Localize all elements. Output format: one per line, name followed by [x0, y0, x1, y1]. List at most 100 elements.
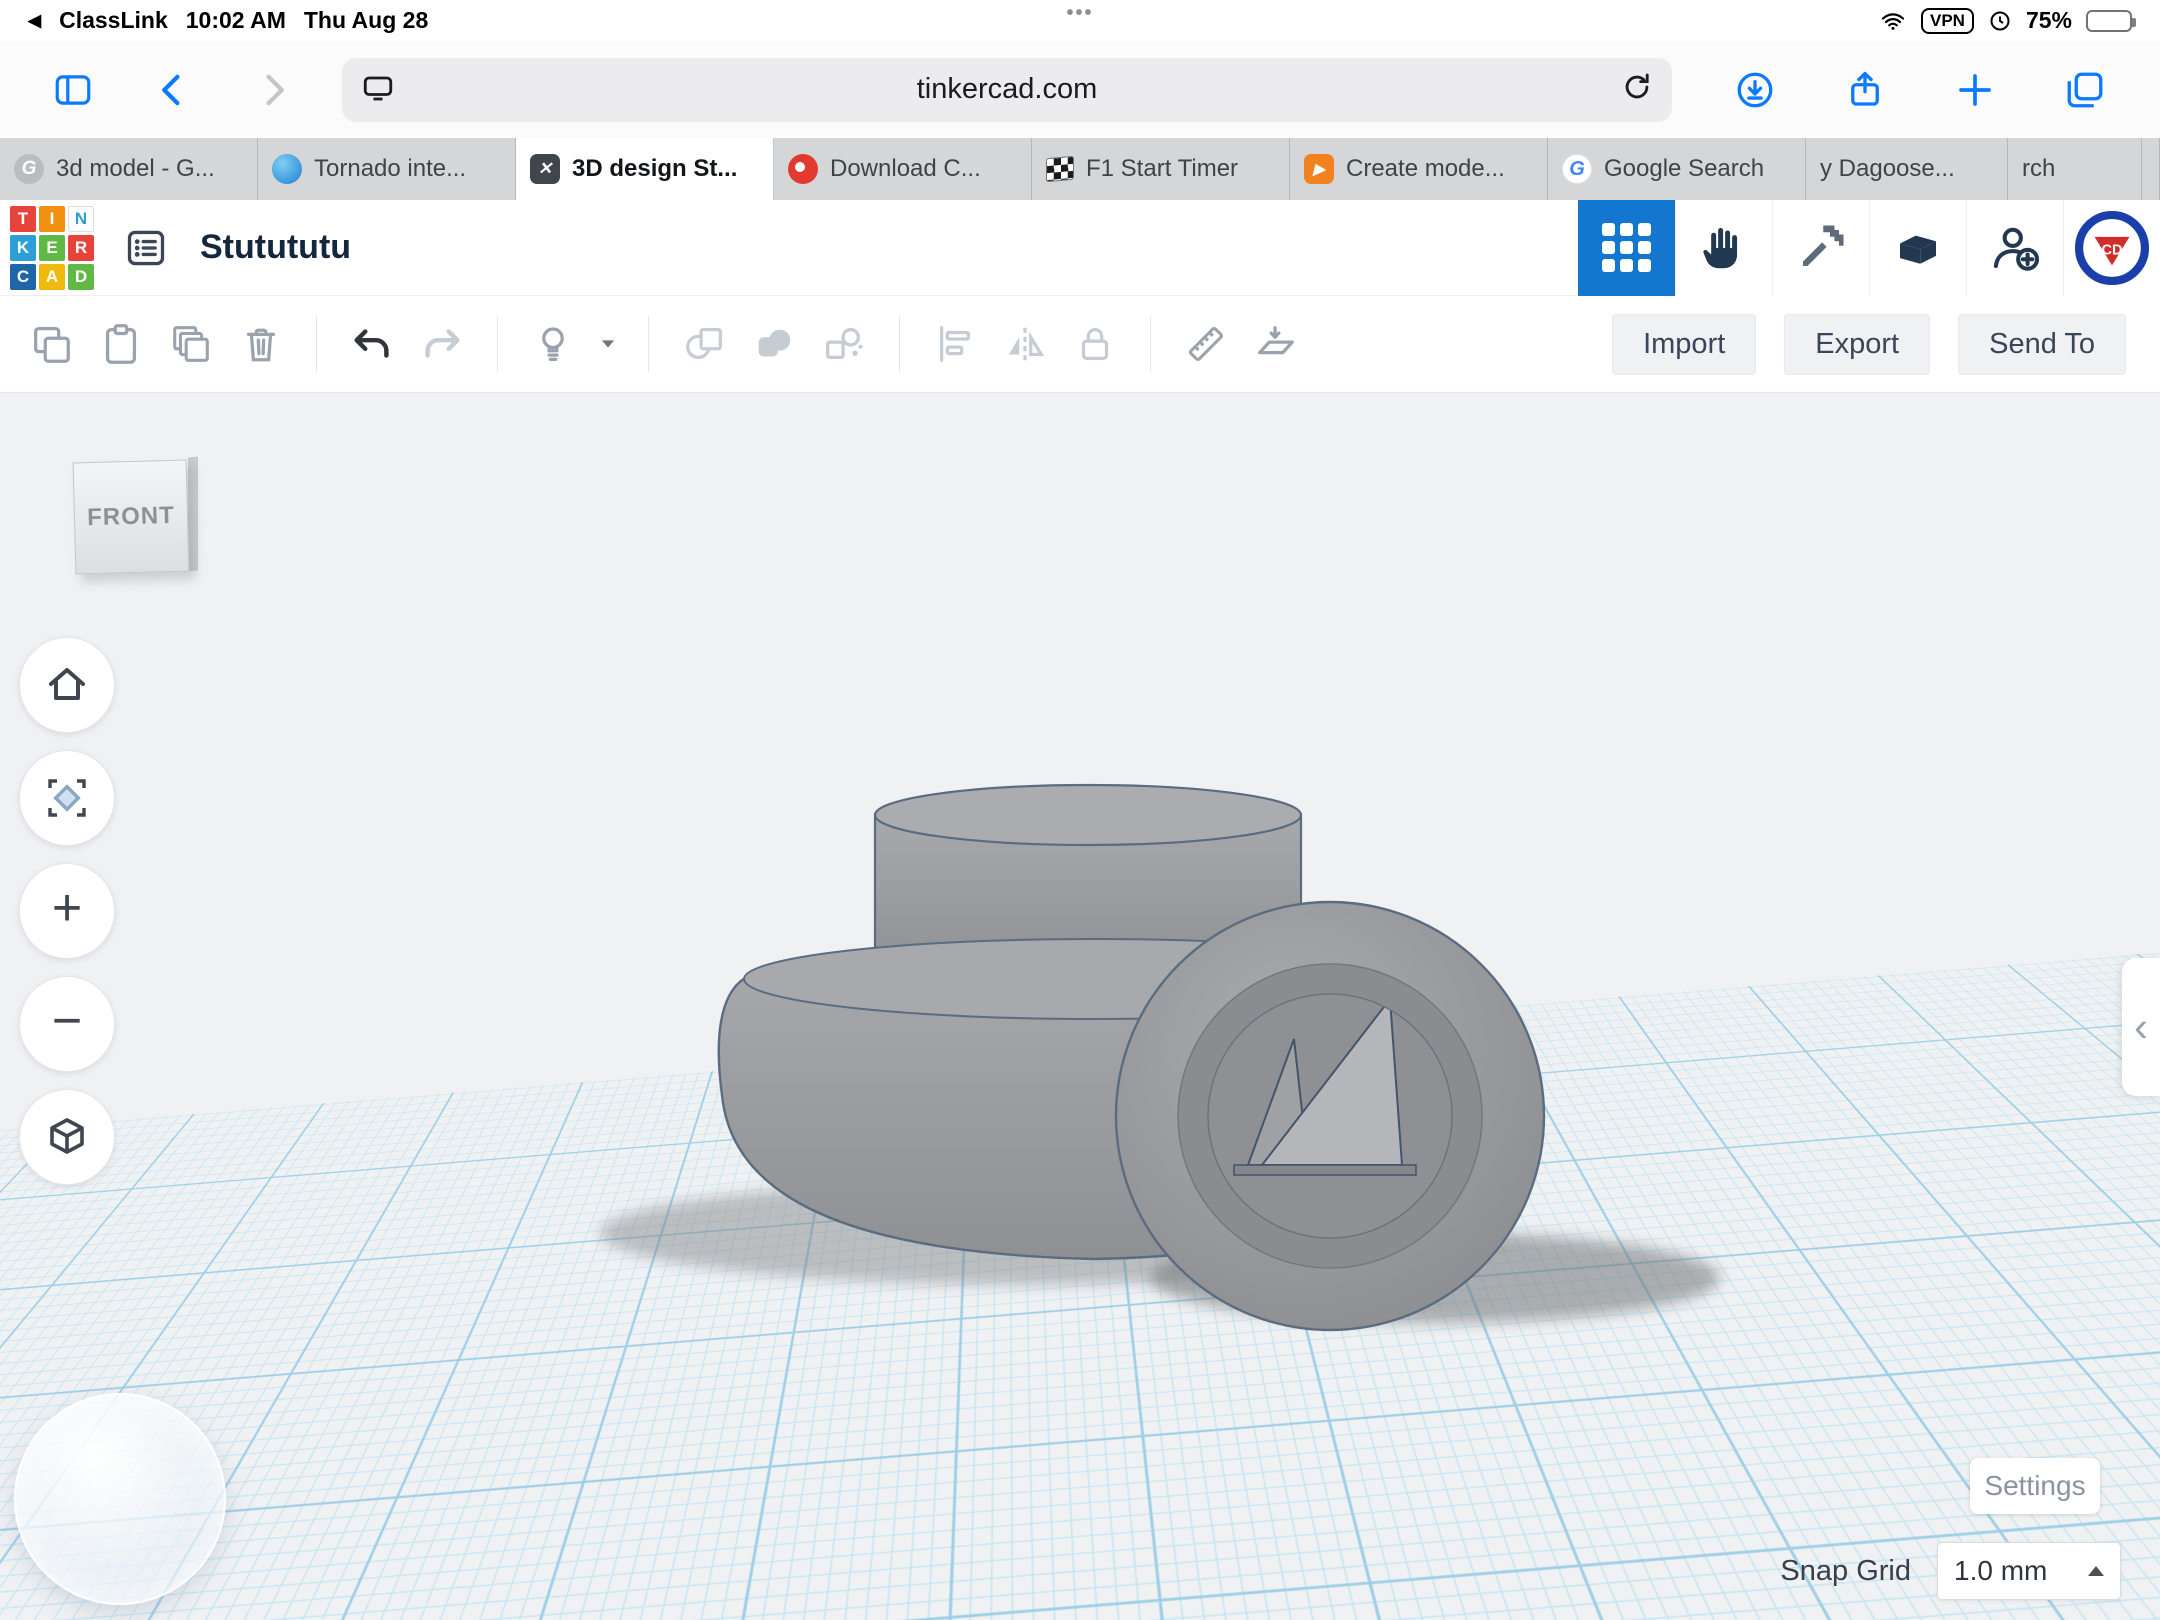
- sidebar-toggle-button[interactable]: [44, 61, 102, 119]
- share-button[interactable]: [1836, 61, 1894, 119]
- status-bar: ◀ ClassLink 10:02 AM Thu Aug 28 ••• VPN …: [0, 0, 2160, 41]
- home-view-button[interactable]: [19, 637, 115, 733]
- bricks-view-button[interactable]: [1869, 200, 1966, 296]
- caret-up-icon: [2088, 1566, 2104, 1576]
- settings-button[interactable]: Settings: [1970, 1458, 2100, 1514]
- logo-tile: R: [68, 235, 94, 261]
- url-text: tinkercad.com: [342, 73, 1672, 106]
- vpn-badge: VPN: [1921, 8, 1974, 34]
- zoom-out-button[interactable]: −: [19, 976, 115, 1072]
- red-circle-favicon: [788, 154, 818, 184]
- delete-button[interactable]: [226, 309, 296, 379]
- new-tab-button[interactable]: [1946, 61, 2004, 119]
- fit-view-button[interactable]: [19, 750, 115, 846]
- torus-shape: [1116, 902, 1544, 1330]
- lock-icon: [1072, 321, 1118, 367]
- logo-tile: A: [39, 264, 65, 290]
- download-button[interactable]: [1726, 61, 1784, 119]
- zoom-in-button[interactable]: +: [19, 863, 115, 959]
- browser-tab-create-mode[interactable]: ▶ Create mode...: [1290, 138, 1548, 200]
- view-cube-front-face[interactable]: FRONT: [73, 460, 190, 575]
- redo-button[interactable]: [407, 309, 477, 379]
- sim-lab-button[interactable]: [1675, 200, 1772, 296]
- design-canvas[interactable]: FRONT + − ‹ Settings: [0, 393, 2160, 1620]
- back-button[interactable]: [144, 61, 202, 119]
- orange-favicon: ▶: [1304, 154, 1334, 184]
- status-right: VPN 75%: [1879, 7, 2132, 34]
- workplane-button[interactable]: [1241, 309, 1311, 379]
- tab-label: Create mode...: [1346, 155, 1505, 183]
- browser-tab-tornado[interactable]: Tornado inte...: [258, 138, 516, 200]
- cube-icon: [43, 1113, 91, 1161]
- browser-tab-dagoose[interactable]: y Dagoose...: [1806, 138, 2008, 200]
- shape-toggle-button[interactable]: [809, 309, 879, 379]
- browser-tab-f1-timer[interactable]: F1 Start Timer: [1032, 138, 1290, 200]
- tab-label: Tornado inte...: [314, 155, 466, 183]
- browser-tab-google-search[interactable]: G Google Search: [1548, 138, 1806, 200]
- snap-grid-row: Snap Grid 1.0 mm: [1780, 1542, 2121, 1600]
- 3d-view-button[interactable]: [1578, 200, 1675, 296]
- import-button[interactable]: Import: [1612, 314, 1756, 375]
- back-to-app-icon[interactable]: ◀: [28, 11, 41, 31]
- browser-tab-sliver[interactable]: [2142, 138, 2160, 200]
- tinkercad-header: TINKERCAD Stutututu CD: [0, 200, 2160, 296]
- mirror-icon: [1002, 321, 1048, 367]
- profile-button[interactable]: [1966, 200, 2063, 296]
- align-button[interactable]: [920, 309, 990, 379]
- tab-label: 3D design St...: [572, 155, 737, 183]
- tips-button[interactable]: [518, 309, 588, 379]
- address-bar[interactable]: tinkercad.com: [342, 58, 1672, 122]
- generic-g-favicon: G: [14, 154, 44, 184]
- design-title[interactable]: Stutututu: [200, 228, 351, 267]
- status-date: Thu Aug 28: [304, 7, 428, 34]
- back-to-app-label[interactable]: ClassLink: [59, 7, 168, 34]
- forward-button[interactable]: [244, 61, 302, 119]
- tinkercad-logo[interactable]: TINKERCAD: [10, 206, 94, 290]
- undo-button[interactable]: [337, 309, 407, 379]
- workplane-icon: [1253, 321, 1299, 367]
- group-button[interactable]: [669, 309, 739, 379]
- shapes-icon: [821, 321, 867, 367]
- paste-icon: [98, 321, 144, 367]
- logo-tile: N: [68, 206, 94, 232]
- blocks-view-button[interactable]: [1772, 200, 1869, 296]
- ruler-button[interactable]: [1171, 309, 1241, 379]
- x-favicon: ✕: [530, 154, 560, 184]
- export-button[interactable]: Export: [1784, 314, 1930, 375]
- snap-grid-select[interactable]: 1.0 mm: [1937, 1542, 2121, 1600]
- mirror-button[interactable]: [990, 309, 1060, 379]
- logo-tile: C: [10, 264, 36, 290]
- hand-icon: [1697, 221, 1751, 275]
- duplicate-button[interactable]: [156, 309, 226, 379]
- ruler-icon: [1183, 321, 1229, 367]
- shapes-panel-handle[interactable]: ‹: [2122, 958, 2160, 1096]
- browser-tab-3d-model[interactable]: G 3d model - G...: [0, 138, 258, 200]
- send-to-button[interactable]: Send To: [1958, 314, 2126, 375]
- globe-favicon: [272, 154, 302, 184]
- perspective-toggle-button[interactable]: [19, 1089, 115, 1185]
- reload-button[interactable]: [1620, 70, 1654, 109]
- status-time: 10:02 AM: [186, 7, 286, 34]
- 3d-scene[interactable]: [0, 393, 2160, 1620]
- tab-overview-button[interactable]: [2056, 61, 2114, 119]
- tab-label: y Dagoose...: [1820, 155, 1955, 183]
- clock-icon: [1988, 9, 2012, 33]
- view-cube[interactable]: FRONT: [70, 451, 200, 587]
- tab-strip: G 3d model - G... Tornado inte... ✕ 3D d…: [0, 138, 2160, 200]
- design-menu-button[interactable]: [116, 218, 176, 278]
- battery-percent: 75%: [2026, 7, 2072, 34]
- trash-icon: [238, 321, 284, 367]
- logo-tile: E: [39, 235, 65, 261]
- copy-icon: [28, 321, 74, 367]
- ungroup-button[interactable]: [739, 309, 809, 379]
- browser-tab-download[interactable]: Download C...: [774, 138, 1032, 200]
- browser-tab-clipped[interactable]: rch: [2008, 138, 2142, 200]
- browser-tab-3d-design-active[interactable]: ✕ 3D design St...: [516, 138, 774, 200]
- copy-button[interactable]: [16, 309, 86, 379]
- lock-button[interactable]: [1060, 309, 1130, 379]
- minus-icon: −: [52, 995, 82, 1047]
- organization-badge[interactable]: CD: [2063, 200, 2160, 296]
- tab-label: F1 Start Timer: [1086, 155, 1238, 183]
- tips-dropdown-button[interactable]: [588, 309, 628, 379]
- paste-button[interactable]: [86, 309, 156, 379]
